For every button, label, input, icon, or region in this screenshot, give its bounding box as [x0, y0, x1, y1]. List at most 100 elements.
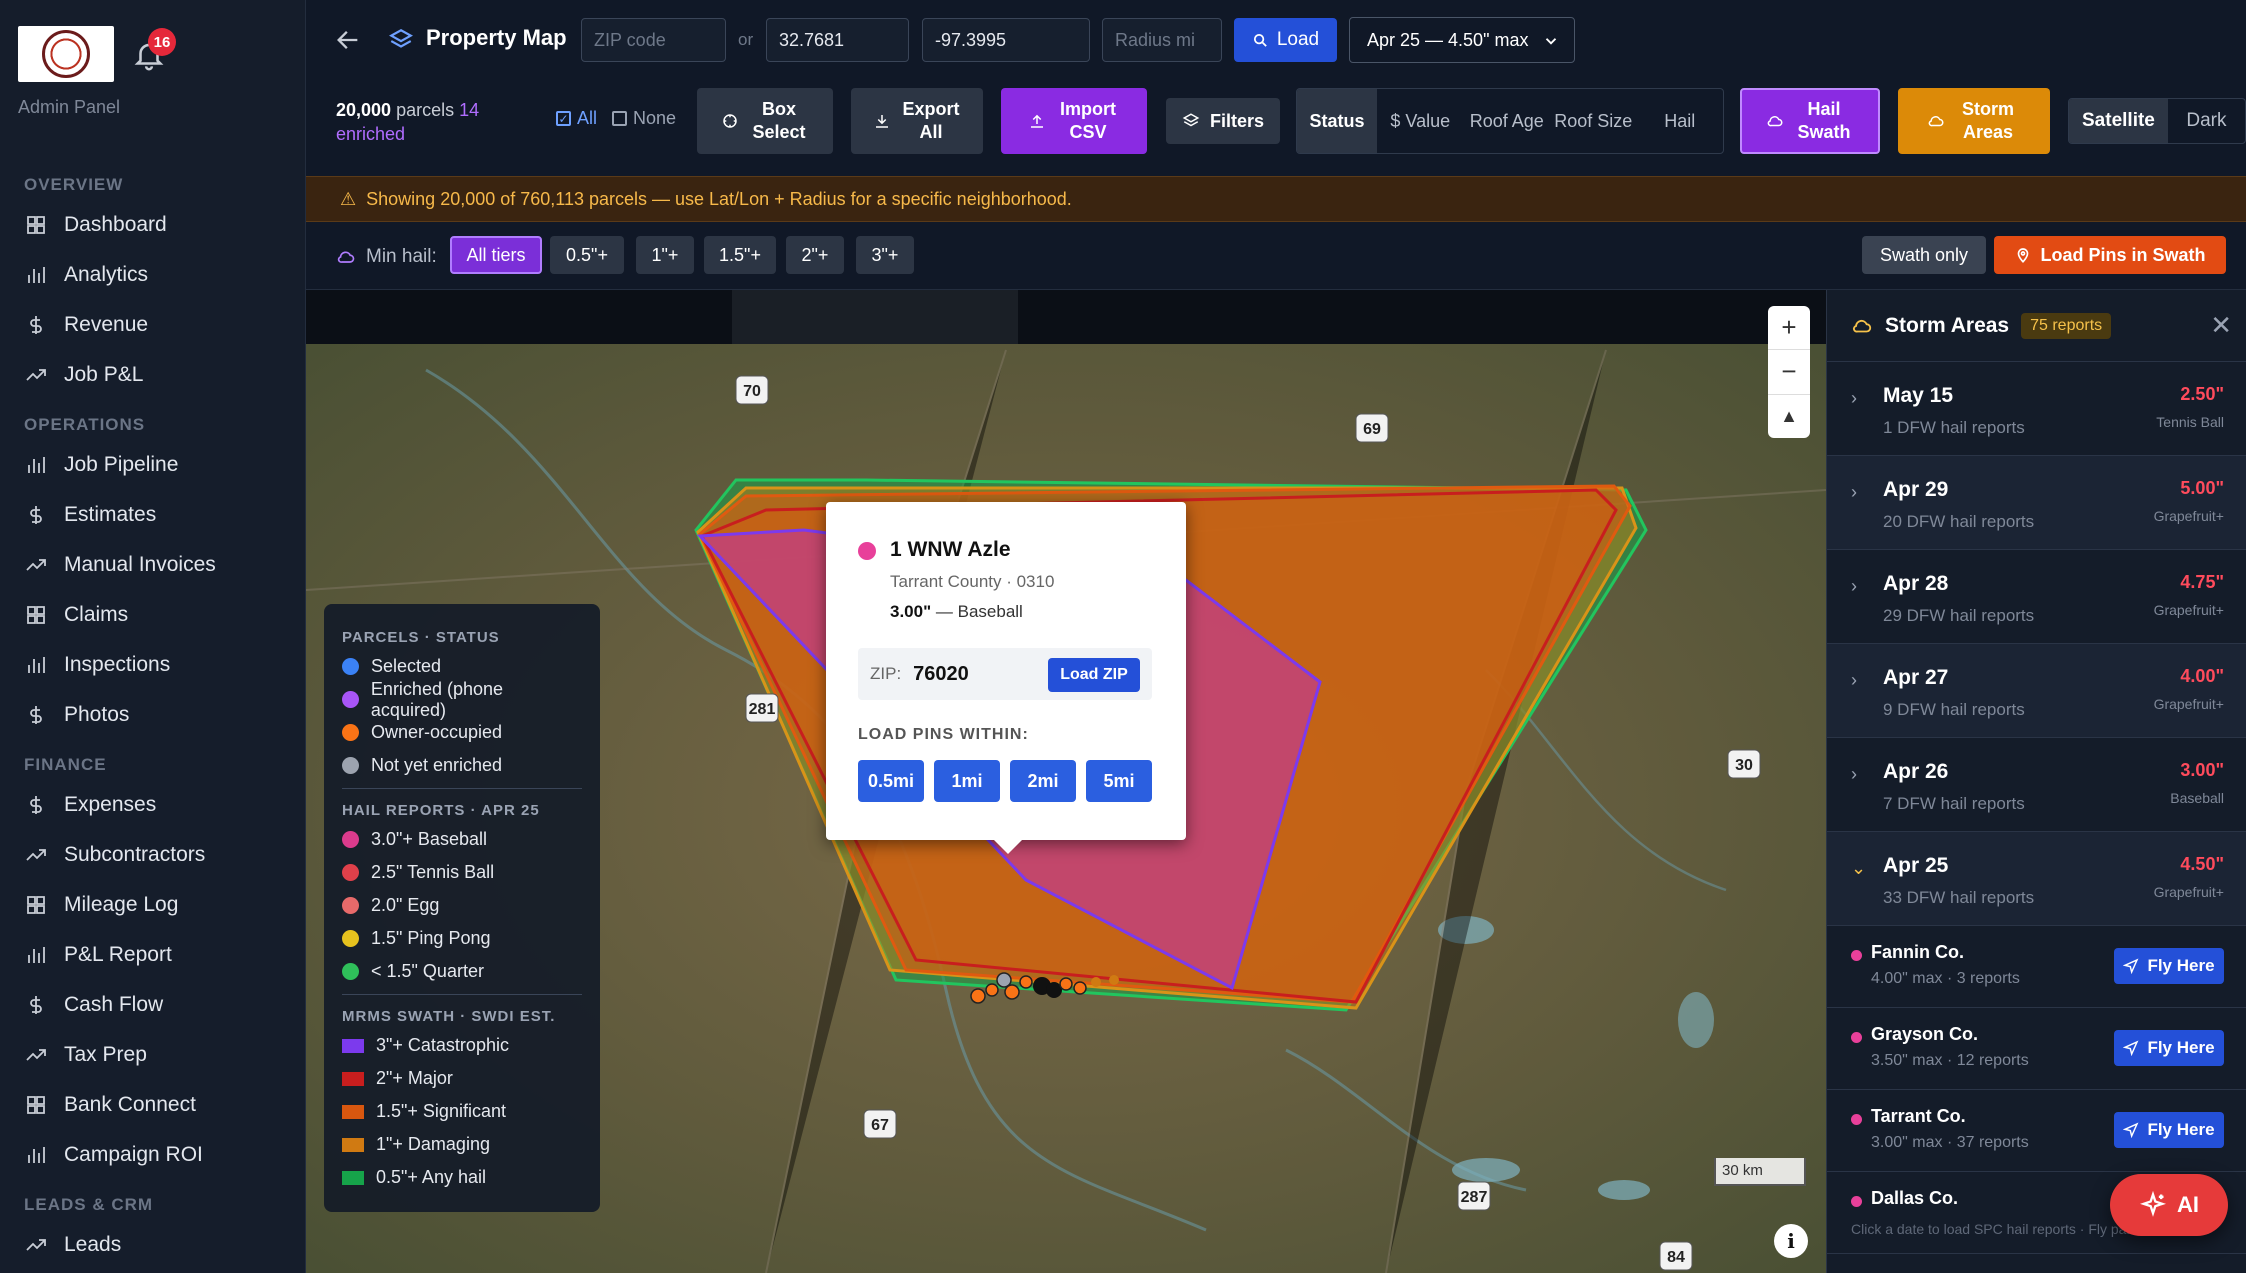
sidebar-item-job-pipeline[interactable]: Job Pipeline	[0, 440, 305, 490]
hail-tier-chip-1[interactable]: 1"+	[636, 236, 694, 274]
sidebar-item-mileage-log[interactable]: Mileage Log	[0, 880, 305, 930]
legend-label: 1"+ Damaging	[376, 1134, 490, 1154]
radius-5mi-button[interactable]: 5mi	[1086, 760, 1152, 802]
sidebar-item-inspections[interactable]: Inspections	[0, 640, 305, 690]
layers-icon	[389, 29, 413, 48]
radius-2mi-button[interactable]: 2mi	[1010, 760, 1076, 802]
load-pins-within-label: LOAD PINS WITHIN:	[858, 726, 1029, 743]
fly-here-button[interactable]: Fly Here	[2114, 1112, 2224, 1148]
sidebar-item-estimates[interactable]: Estimates	[0, 490, 305, 540]
storm-date-row[interactable]: › Apr 28 29 DFW hail reports 4.75" Grapefrui…	[1827, 550, 2246, 644]
hail-tier-chip-2[interactable]: 2"+	[786, 236, 844, 274]
select-none-checkbox[interactable]: None	[612, 108, 676, 129]
color-by-tab-value[interactable]: $ Value	[1377, 89, 1464, 153]
storm-areas-button[interactable]: Storm Areas	[1898, 88, 2050, 154]
sidebar-item-claims[interactable]: Claims	[0, 590, 305, 640]
export-all-button[interactable]: Export All	[851, 88, 983, 154]
color-by-tab-hail[interactable]: Hail	[1637, 89, 1724, 153]
select-all-checkbox[interactable]: ✓ All	[556, 108, 597, 129]
sidebar-item-label: Job P&L	[64, 363, 144, 386]
close-icon[interactable]: ✕	[2210, 310, 2232, 341]
storm-date-select[interactable]: Apr 25 — 4.50" max	[1349, 17, 1575, 63]
property-map[interactable]: 70 69 281 30 67 287 84 + − ▲ 1 WNW Azle Tarran…	[306, 290, 1826, 1273]
info-icon[interactable]: i	[1774, 1224, 1808, 1258]
color-by-tab-status[interactable]: Status	[1297, 89, 1377, 153]
legend-item: Not yet enriched	[342, 749, 582, 782]
sidebar-item-p-l-report[interactable]: P&L Report	[0, 930, 305, 980]
hail-swath-button[interactable]: Hail Swath	[1740, 88, 1880, 154]
hail-report-popup: 1 WNW Azle Tarrant County · 0310 3.00" —…	[826, 502, 1186, 854]
storm-date-row[interactable]: › Apr 29 20 DFW hail reports 5.00" Grapefrui…	[1827, 456, 2246, 550]
sidebar-item-label: Bank Connect	[64, 1093, 196, 1116]
sidebar-item-subcontractors[interactable]: Subcontractors	[0, 830, 305, 880]
panel-title: Storm Areas	[1885, 313, 2010, 337]
sidebar-item-campaign-roi[interactable]: Campaign ROI	[0, 1130, 305, 1180]
tax-prep-icon	[26, 1049, 46, 1061]
storm-date-row[interactable]: › May 15 1 DFW hail reports 2.50" Tennis Bal…	[1827, 362, 2246, 456]
fly-here-button[interactable]: Fly Here	[2114, 948, 2224, 984]
cloud-icon	[337, 251, 355, 263]
radius-0-5mi-button[interactable]: 0.5mi	[858, 760, 924, 802]
hail-tier-chip-1-5[interactable]: 1.5"+	[704, 236, 776, 274]
sidebar-item-label: P&L Report	[64, 943, 172, 966]
sidebar-item-tax-prep[interactable]: Tax Prep	[0, 1030, 305, 1080]
color-by-tab-roof-size[interactable]: Roof Size	[1550, 89, 1637, 153]
storm-date-row[interactable]: › Apr 27 9 DFW hail reports 4.00" Grapefruit…	[1827, 644, 2246, 738]
min-hail-label: Min hail:	[336, 246, 437, 268]
sidebar-item-analytics[interactable]: Analytics	[0, 250, 305, 300]
hail-tier-chip-all[interactable]: All tiers	[450, 236, 542, 274]
sidebar-item-photos[interactable]: Photos	[0, 690, 305, 740]
legend-item: 0.5"+ Any hail	[342, 1161, 582, 1194]
radius-1mi-button[interactable]: 1mi	[934, 760, 1000, 802]
zoom-in-button[interactable]: +	[1768, 306, 1810, 351]
sidebar-item-manual-invoices[interactable]: Manual Invoices	[0, 540, 305, 590]
county-stats: 3.00" max · 37 reports	[1871, 1134, 2029, 1151]
fly-here-button[interactable]: Fly Here	[2114, 1030, 2224, 1066]
reports-badge: 75 reports	[2021, 312, 2112, 339]
sidebar-item-leads[interactable]: Leads	[0, 1220, 305, 1270]
sidebar-item-bank-connect[interactable]: Bank Connect	[0, 1080, 305, 1130]
sidebar-item-job-p-l[interactable]: Job P&L	[0, 350, 305, 400]
sidebar-item-label: Revenue	[64, 313, 149, 336]
import-csv-button[interactable]: Import CSV	[1001, 88, 1147, 154]
highway-shield: 67	[863, 1109, 897, 1139]
sidebar-item-expenses[interactable]: Expenses	[0, 780, 305, 830]
back-arrow-icon[interactable]	[334, 26, 362, 54]
compass-button[interactable]: ▲	[1768, 395, 1810, 438]
sidebar-item-revenue[interactable]: Revenue	[0, 300, 305, 350]
zip-input[interactable]	[581, 18, 726, 62]
load-zip-button[interactable]: Load ZIP	[1048, 658, 1140, 692]
color-by-tab-roof-age[interactable]: Roof Age	[1464, 89, 1551, 153]
storm-date-row[interactable]: ⌄ Apr 25 33 DFW hail reports 4.50" Grapefrui…	[1827, 832, 2246, 926]
storm-date-row[interactable]: › Apr 26 7 DFW hail reports 3.00" Baseball	[1827, 738, 2246, 832]
legend-label: 0.5"+ Any hail	[376, 1167, 486, 1187]
estimates-icon	[30, 506, 42, 524]
hail-size-dot	[858, 542, 876, 560]
company-logo[interactable]	[18, 26, 114, 82]
basemap-satellite[interactable]: Satellite	[2069, 99, 2168, 143]
sidebar-item-cash-flow[interactable]: Cash Flow	[0, 980, 305, 1030]
chevron-right-icon: ›	[1851, 670, 1857, 690]
county-name: Grayson Co.	[1871, 1024, 1979, 1044]
filters-button[interactable]: Filters	[1166, 98, 1280, 144]
swath-only-button[interactable]: Swath only	[1862, 236, 1986, 274]
radius-input[interactable]	[1102, 18, 1222, 62]
sidebar-item-label: Claims	[64, 603, 129, 626]
longitude-input[interactable]	[922, 18, 1090, 62]
storm-max-size: 5.00"	[2180, 478, 2224, 498]
load-pins-in-swath-button[interactable]: Load Pins in Swath	[1994, 236, 2226, 274]
legend-item: 1"+ Damaging	[342, 1128, 582, 1161]
hail-tier-chip-0-5[interactable]: 0.5"+	[550, 236, 624, 274]
nav-section-title: OVERVIEW	[24, 175, 124, 194]
latitude-input[interactable]	[766, 18, 909, 62]
sidebar-item-dashboard[interactable]: Dashboard	[0, 200, 305, 250]
sidebar: 16 Admin Panel OVERVIEW Dashboard Analytic…	[0, 0, 306, 1273]
basemap-dark[interactable]: Dark	[2168, 99, 2245, 143]
hail-tier-chip-3[interactable]: 3"+	[856, 236, 914, 274]
ai-assistant-button[interactable]: AI	[2110, 1174, 2228, 1236]
zoom-out-button[interactable]: −	[1768, 350, 1810, 395]
load-button[interactable]: Load	[1234, 18, 1337, 62]
legend-label: Enriched (phone acquired)	[370, 678, 504, 720]
box-select-button[interactable]: Box Select	[697, 88, 833, 154]
legend-label: 2.5" Tennis Ball	[371, 862, 495, 882]
